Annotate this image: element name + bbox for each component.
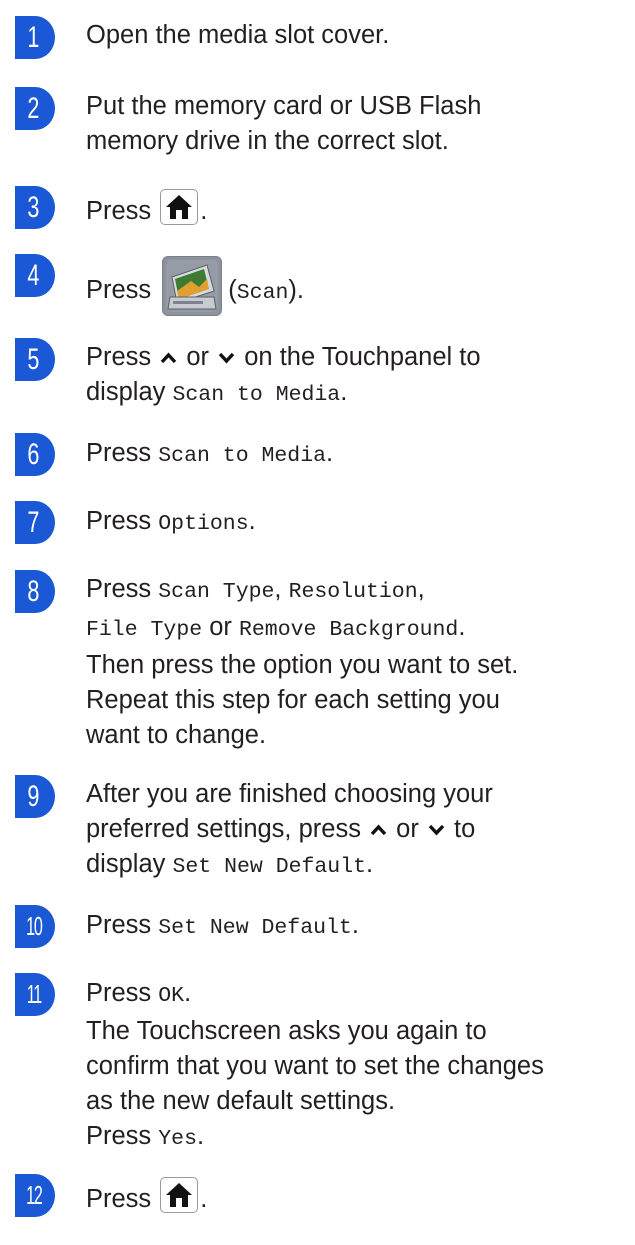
set-new-default-label: Set New Default (158, 916, 352, 940)
scan-type-label: Scan Type (158, 580, 275, 604)
chevron-up-icon (161, 352, 177, 364)
scan-to-media-label: Scan to Media (172, 383, 341, 407)
step-number-6: 6 (15, 433, 55, 476)
step-2-line-2: memory drive in the correct slot. (86, 127, 449, 155)
step-number-8: 8 (15, 570, 55, 613)
step-number-2: 2 (15, 87, 55, 130)
press-label: Press (86, 276, 152, 304)
resolution-label: Resolution (288, 580, 418, 604)
step-number-11: 11 (15, 973, 55, 1016)
step-number-9: 9 (15, 775, 55, 818)
step-1-text: Open the media slot cover. (86, 21, 390, 49)
step-number-12: 12 (15, 1174, 55, 1217)
step-number-3: 3 (15, 186, 55, 229)
step-number-4: 4 (15, 254, 55, 297)
home-icon (160, 1177, 199, 1213)
chevron-up-icon (370, 824, 387, 836)
ok-label: OK (158, 984, 185, 1008)
step-number-1: 1 (15, 16, 55, 59)
press-label: Press (86, 197, 152, 225)
chevron-down-icon (428, 824, 445, 836)
scan-label: Scan (236, 281, 289, 305)
yes-label: Yes (158, 1127, 197, 1151)
scanner-icon (162, 256, 223, 316)
step-number-10: 10 (15, 905, 55, 948)
remove-background-label: Remove Background (239, 618, 459, 642)
step-number-7: 7 (15, 501, 55, 544)
scan-to-media-label: Scan to Media (158, 444, 327, 468)
set-new-default-label: Set New Default (172, 855, 367, 879)
chevron-down-icon (218, 352, 235, 364)
options-label: Options (158, 512, 249, 536)
step-2-line-1: Put the memory card or USB Flash (86, 92, 482, 120)
step-number-5: 5 (15, 338, 55, 381)
home-icon (160, 189, 199, 225)
file-type-label: File Type (86, 618, 203, 642)
